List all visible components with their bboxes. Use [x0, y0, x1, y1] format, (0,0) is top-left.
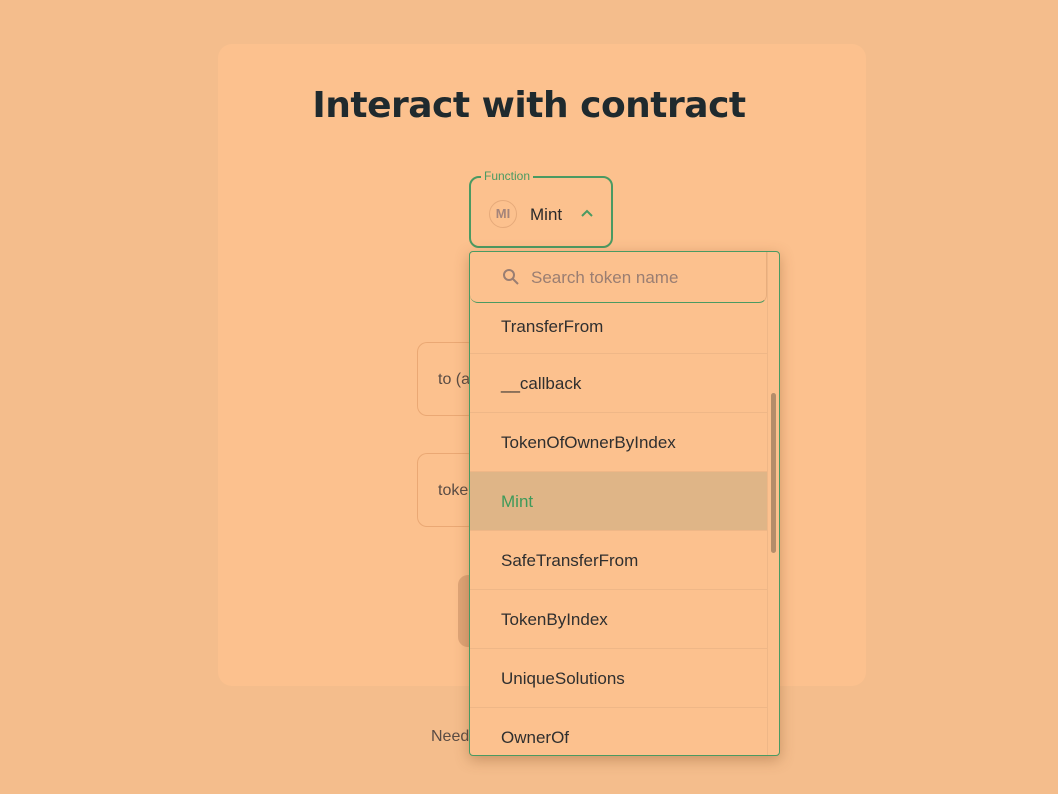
list-item-label: TokenByIndex — [501, 610, 608, 629]
list-item-label: __callback — [501, 374, 582, 393]
list-item-label: OwnerOf — [501, 728, 570, 747]
list-item-selected[interactable]: Mint — [470, 472, 767, 531]
token-id-field[interactable]: tokenId — [417, 453, 477, 527]
search-icon — [503, 269, 519, 285]
to-address-field[interactable]: to (address) — [417, 342, 477, 416]
footer-text: Need — [431, 728, 470, 745]
list-item-label: Mint — [501, 492, 534, 511]
chevron-up-icon[interactable] — [580, 208, 594, 218]
dropdown-scrollbar[interactable] — [767, 252, 779, 755]
list-item[interactable]: UniqueSolutions — [470, 649, 767, 708]
list-item[interactable]: TokenByIndex — [470, 590, 767, 649]
list-item[interactable]: TokenOfOwnerByIndex — [470, 413, 767, 472]
list-item-label: UniqueSolutions — [501, 669, 625, 688]
function-select[interactable]: Function MI Mint — [469, 169, 613, 248]
list-item-label: TransferFrom — [501, 317, 604, 336]
list-item[interactable]: SafeTransferFrom — [470, 531, 767, 590]
function-badge: MI — [489, 200, 517, 228]
page-title: Interact with contract — [312, 85, 746, 126]
list-item[interactable]: __callback — [470, 354, 767, 413]
list-item[interactable]: OwnerOf — [470, 708, 767, 755]
search-input[interactable] — [531, 265, 751, 291]
function-dropdown: TransferFrom __callback TokenOfOwnerByIn… — [469, 251, 780, 756]
list-item-label: SafeTransferFrom — [501, 551, 639, 570]
list-item-label: TokenOfOwnerByIndex — [501, 433, 676, 452]
function-list: TransferFrom __callback TokenOfOwnerByIn… — [470, 303, 767, 755]
function-select-value: Mint — [530, 205, 563, 224]
list-item[interactable]: TransferFrom — [470, 303, 767, 354]
dropdown-search — [470, 252, 767, 303]
scrollbar-thumb[interactable] — [771, 393, 776, 553]
function-select-legend: Function — [481, 169, 534, 183]
